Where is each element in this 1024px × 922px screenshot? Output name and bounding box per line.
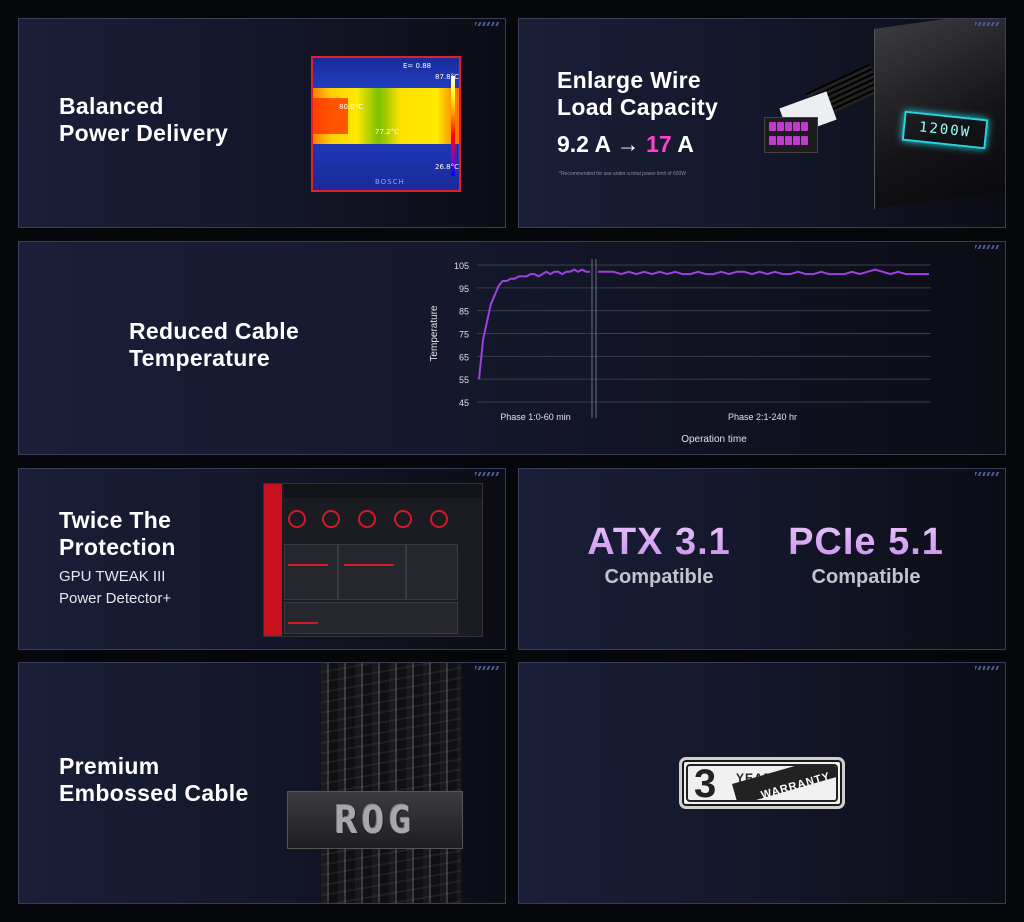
gauge-icon [394, 510, 412, 528]
y-axis-label: Temperature [429, 305, 440, 362]
card-warranty: 3 YEAR WARRANTY [518, 662, 1006, 904]
card-corner-decoration [475, 666, 499, 670]
temperature-chart: 105 95 85 75 65 55 45 Temperature Phase 1:0-60 m… [429, 259, 931, 445]
warranty-year-label: YEAR [736, 771, 774, 785]
cable-bundle-image [321, 663, 461, 903]
app-sidebar [264, 484, 282, 636]
slider-bar [288, 622, 318, 624]
amps-from: 9.2 A → [557, 131, 640, 157]
title-line-1: Enlarge Wire [557, 67, 701, 93]
pcie-version: PCIe 5.1 [781, 521, 951, 564]
y-tick-label: 45 [459, 398, 469, 408]
amps-to: 17 [646, 131, 672, 157]
rog-cable-comb: ROG [287, 791, 463, 849]
card-corner-decoration [975, 22, 999, 26]
gauge-icon [358, 510, 376, 528]
y-tick-label: 85 [459, 307, 469, 317]
settings-panel [406, 544, 458, 600]
y-tick-label: 65 [459, 352, 469, 362]
atx-version: ATX 3.1 [579, 521, 739, 564]
card-cable-temperature: Reduced Cable Temperature 105 95 85 75 65 55 4… [18, 241, 1006, 455]
amps-unit: A [677, 131, 694, 157]
card-power-delivery: Balanced Power Delivery E= 0.88 87.8°C 8… [18, 18, 506, 228]
gpu-tweak-screenshot [263, 483, 483, 637]
gauge-icon [430, 510, 448, 528]
thermal-brand: BOSCH [375, 178, 405, 186]
thermal-spot-1: 80.0°C [339, 103, 363, 111]
app-titlebar [284, 484, 482, 498]
card-compatibility: ATX 3.1 Compatible PCIe 5.1 Compatible [518, 468, 1006, 650]
x-phase-label: Phase 2:1-240 hr [728, 412, 797, 422]
card-protection: Twice The Protection GPU TWEAK III Power… [18, 468, 506, 650]
title-line-1: Premium [59, 753, 160, 779]
footnote: *Recommended for use under a total power… [559, 171, 687, 177]
gauge-icon [322, 510, 340, 528]
temperature-series-phase1 [478, 268, 590, 380]
thermal-emissivity: E= 0.88 [403, 62, 432, 70]
card-embossed-cable: ROG Premium Embossed Cable [18, 662, 506, 904]
title-line-2: Power Delivery [59, 120, 229, 146]
card-title: Premium Embossed Cable [59, 753, 249, 807]
slider-bar [344, 564, 394, 566]
title-line-2: Load Capacity [557, 94, 719, 120]
pcie-connector-icon [764, 117, 818, 153]
pcie-compat: PCIe 5.1 Compatible [781, 521, 951, 589]
title-line-1: Twice The [59, 507, 172, 533]
settings-panel [284, 602, 458, 634]
thermal-color-scale [451, 76, 455, 176]
y-tick-label: 95 [459, 284, 469, 294]
atx-compat: ATX 3.1 Compatible [579, 521, 739, 589]
warranty-badge-inner: 3 YEAR WARRANTY [686, 764, 838, 802]
slider-bar [288, 564, 328, 566]
card-title: Enlarge Wire Load Capacity [557, 67, 718, 121]
card-title: Balanced Power Delivery [59, 93, 228, 147]
y-tick-label: 55 [459, 375, 469, 385]
card-corner-decoration [975, 666, 999, 670]
settings-panel [284, 544, 338, 600]
subtitle-line-1: GPU TWEAK III [59, 568, 166, 585]
thermal-max-temp: 87.8°C [435, 73, 459, 81]
x-axis-label: Operation time [681, 434, 747, 445]
warranty-years: 3 [694, 764, 717, 802]
card-corner-decoration [975, 472, 999, 476]
card-corner-decoration [475, 22, 499, 26]
gauge-icon [288, 510, 306, 528]
rog-clip-text: ROG [334, 798, 416, 842]
pcie-compatible: Compatible [811, 566, 921, 588]
card-title: Twice The Protection [59, 507, 176, 561]
card-wire-capacity: Enlarge Wire Load Capacity 9.2 A → 17 A … [518, 18, 1006, 228]
settings-panel [338, 544, 406, 600]
title-line-1: Balanced [59, 93, 164, 119]
warranty-badge: 3 YEAR WARRANTY [679, 757, 845, 809]
title-line-2: Protection [59, 534, 176, 560]
y-tick-label: 105 [454, 261, 469, 271]
x-phase-label: Phase 1:0-60 min [500, 412, 571, 422]
thermal-image: E= 0.88 87.8°C 80.0°C 77.2°C 26.8°C BOSC… [311, 56, 461, 192]
card-subtitle: GPU TWEAK III Power Detector+ [59, 566, 171, 610]
thermal-min-temp: 26.8°C [435, 163, 459, 171]
subtitle-line-2: Power Detector+ [59, 590, 172, 607]
temperature-series-phase2 [598, 268, 929, 276]
amperage-comparison: 9.2 A → 17 A [557, 131, 694, 158]
title-line-2: Embossed Cable [59, 780, 249, 806]
card-corner-decoration [475, 472, 499, 476]
y-tick-label: 75 [459, 330, 469, 340]
thermal-spot-2: 77.2°C [375, 128, 399, 136]
atx-compatible: Compatible [604, 566, 714, 588]
